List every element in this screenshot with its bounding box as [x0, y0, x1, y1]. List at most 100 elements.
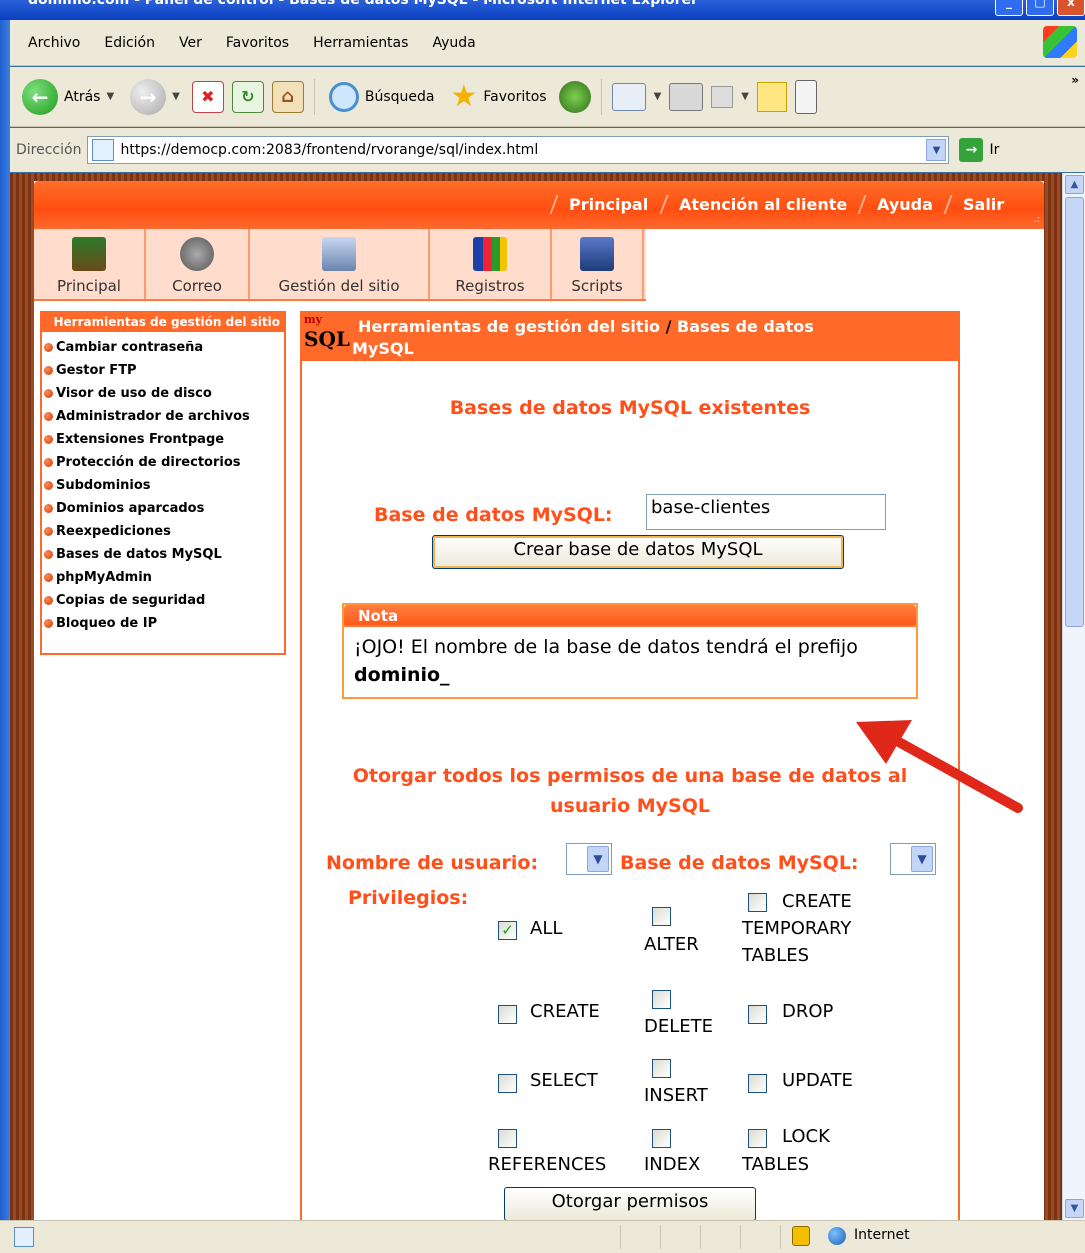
annotation-arrow	[856, 720, 1023, 813]
back-dropdown-icon[interactable]: ▼	[106, 91, 114, 102]
sidebar-item-phpmyadmin[interactable]: phpMyAdmin	[44, 566, 284, 589]
minimize-button[interactable]: _	[995, 0, 1023, 16]
sidebar-item-copias-seguridad[interactable]: Copias de seguridad	[44, 589, 284, 612]
address-dropdown-icon[interactable]: ▼	[926, 139, 947, 161]
menu-archivo[interactable]: Archivo	[18, 35, 92, 51]
db-name-input[interactable]: base-clientes	[646, 494, 886, 530]
privilege-references-checkbox[interactable]	[498, 1129, 517, 1148]
search-icon	[328, 81, 359, 112]
maximize-button[interactable]: □	[1026, 0, 1054, 16]
topnav-atencion-cliente[interactable]: Atención al cliente	[659, 195, 865, 214]
nav-scripts[interactable]: Scripts	[552, 229, 644, 299]
sidebar-item-bases-mysql[interactable]: Bases de datos MySQL	[44, 543, 284, 566]
scroll-thumb[interactable]	[1065, 197, 1084, 627]
go-button[interactable]: → Ir	[959, 138, 999, 162]
scroll-up-icon[interactable]: ▲	[1065, 175, 1084, 194]
note-prefix: dominio_	[354, 664, 450, 686]
menu-ayuda[interactable]: Ayuda	[420, 35, 487, 51]
privilege-lock-tables-checkbox[interactable]	[748, 1129, 767, 1148]
messenger-icon[interactable]	[795, 79, 817, 114]
close-button[interactable]: x	[1057, 0, 1085, 16]
favorites-button[interactable]: ★ Favoritos	[446, 77, 550, 117]
sidebar-item-administrador-archivos[interactable]: Administrador de archivos	[44, 405, 284, 428]
breadcrumb-site-tools[interactable]: Herramientas de gestión del sitio	[358, 317, 660, 336]
address-label: Dirección	[16, 142, 82, 158]
media-icon[interactable]	[558, 80, 591, 113]
menu-edicion[interactable]: Edición	[92, 35, 167, 51]
vertical-scrollbar[interactable]: ▲ ▼	[1062, 173, 1085, 1220]
nav-correo[interactable]: Correo	[146, 229, 250, 299]
privilege-select-checkbox[interactable]	[498, 1074, 517, 1093]
privilege-all-label: ALL	[530, 918, 563, 939]
menu-ver[interactable]: Ver	[167, 35, 214, 51]
scroll-down-icon[interactable]: ▼	[1065, 1199, 1084, 1218]
privilege-delete-checkbox[interactable]	[652, 990, 671, 1009]
forward-button[interactable]: → ▼	[126, 77, 184, 117]
page-status-icon	[14, 1227, 34, 1247]
scripts-icon	[580, 237, 614, 271]
privilege-drop-checkbox[interactable]	[748, 1005, 767, 1024]
sidebar-item-reexpediciones[interactable]: Reexpediciones	[44, 520, 284, 543]
stop-icon[interactable]: ✖	[191, 80, 224, 113]
sidebar-item-bloqueo-ip[interactable]: Bloqueo de IP	[44, 612, 284, 635]
privilege-create-checkbox[interactable]	[498, 1005, 517, 1024]
mysql-logo-icon: my SQL	[304, 313, 350, 351]
menu-favoritos[interactable]: Favoritos	[214, 35, 301, 51]
create-database-button[interactable]: Crear base de datos MySQL	[432, 535, 844, 569]
nav-registros[interactable]: Registros	[430, 229, 552, 299]
privilege-insert-checkbox[interactable]	[652, 1059, 671, 1078]
edit-dropdown-icon[interactable]: ▼	[741, 91, 749, 102]
grant-permissions-button[interactable]: Otorgar permisos	[504, 1187, 756, 1220]
back-button[interactable]: ← Atrás ▼	[18, 77, 118, 117]
database-select[interactable]: ▼	[890, 843, 936, 875]
db-name-label: Base de datos MySQL:	[374, 504, 613, 526]
chevron-down-icon: ▼	[587, 846, 609, 872]
status-separator	[660, 1225, 661, 1249]
sidebar-item-subdominios[interactable]: Subdominios	[44, 474, 284, 497]
username-select[interactable]: ▼	[566, 843, 612, 875]
privilege-index-checkbox[interactable]	[652, 1129, 671, 1148]
sidebar-item-frontpage[interactable]: Extensiones Frontpage	[44, 428, 284, 451]
note-text: ¡OJO! El nombre de la base de datos tend…	[354, 636, 858, 658]
sidebar-item-gestor-ftp[interactable]: Gestor FTP	[44, 359, 284, 382]
sidebar: Herramientas de gestión del sitio Cambia…	[40, 311, 286, 655]
nav-gestion-sitio[interactable]: Gestión del sitio	[250, 229, 430, 299]
privilege-all-checkbox[interactable]: ✓	[498, 921, 517, 940]
mail-icon[interactable]	[611, 82, 646, 111]
note-title: Nota	[344, 605, 916, 627]
globe-icon	[828, 1227, 846, 1245]
address-url: https://democp.com:2083/frontend/rvorang…	[120, 142, 539, 158]
topnav-salir[interactable]: Salir	[943, 195, 1022, 214]
menu-herramientas[interactable]: Herramientas	[301, 35, 420, 51]
window-title: dominio.com - Panel de control - Bases d…	[28, 0, 698, 8]
toolbar-overflow-icon[interactable]: »	[1071, 73, 1079, 87]
privilege-update-label: UPDATE	[782, 1070, 853, 1091]
edit-icon[interactable]	[711, 85, 734, 108]
sidebar-item-cambiar-contrasena[interactable]: Cambiar contraseña	[44, 336, 284, 359]
privilege-alter-checkbox[interactable]	[652, 907, 671, 926]
topnav-ayuda[interactable]: Ayuda	[857, 195, 951, 214]
chevron-down-icon: ▼	[911, 846, 933, 872]
mail-dropdown-icon[interactable]: ▼	[654, 91, 662, 102]
home-icon[interactable]: ⌂	[271, 80, 304, 113]
favorites-star-icon: ★	[450, 78, 478, 114]
nav-principal[interactable]: Principal	[34, 229, 146, 299]
privilege-update-checkbox[interactable]	[748, 1074, 767, 1093]
sidebar-item-dominios-aparcados[interactable]: Dominios aparcados	[44, 497, 284, 520]
nav-correo-label: Correo	[172, 277, 222, 295]
search-button[interactable]: Búsqueda	[325, 77, 439, 117]
sidebar-item-proteccion-directorios[interactable]: Protección de directorios	[44, 451, 284, 474]
privilege-create-temp-label-3: TABLES	[742, 945, 810, 966]
privilege-create-label: CREATE	[530, 1001, 600, 1022]
print-icon[interactable]	[669, 82, 704, 111]
forward-dropdown-icon[interactable]: ▼	[172, 91, 180, 102]
privilege-delete-label: DELETE	[644, 1016, 714, 1037]
topnav-principal[interactable]: Principal	[550, 195, 667, 214]
nav-gestion-sitio-label: Gestión del sitio	[278, 277, 400, 295]
address-field[interactable]: https://democp.com:2083/frontend/rvorang…	[87, 136, 950, 164]
privilege-create-temp-checkbox[interactable]	[748, 893, 767, 912]
refresh-icon[interactable]: ↻	[231, 80, 264, 113]
notes-icon[interactable]	[757, 81, 787, 112]
username-label: Nombre de usuario:	[326, 852, 539, 874]
sidebar-item-visor-disco[interactable]: Visor de uso de disco	[44, 382, 284, 405]
